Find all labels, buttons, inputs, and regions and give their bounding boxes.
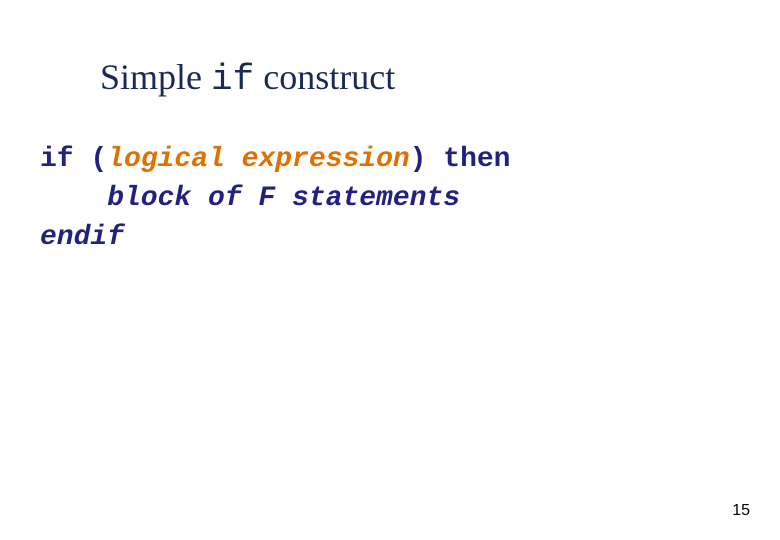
slide-title: Simple if construct [100, 56, 740, 100]
code-line-1: if (logical expression) then [40, 140, 740, 179]
code-line-3: endif [40, 218, 740, 257]
title-post: construct [254, 57, 395, 97]
code-block: if (logical expression) then block of F … [40, 140, 740, 258]
keyword-then: ) then [410, 144, 511, 175]
slide: Simple if construct if (logical expressi… [0, 0, 780, 540]
block-statements: block of F statements [107, 183, 460, 214]
page-number: 15 [732, 502, 750, 520]
logical-expression: logical expression [107, 144, 409, 175]
keyword-if-open: if ( [40, 144, 107, 175]
code-line-2: block of F statements [40, 179, 740, 218]
title-mono: if [211, 59, 254, 100]
keyword-endif: endif [40, 222, 124, 253]
title-pre: Simple [100, 57, 211, 97]
